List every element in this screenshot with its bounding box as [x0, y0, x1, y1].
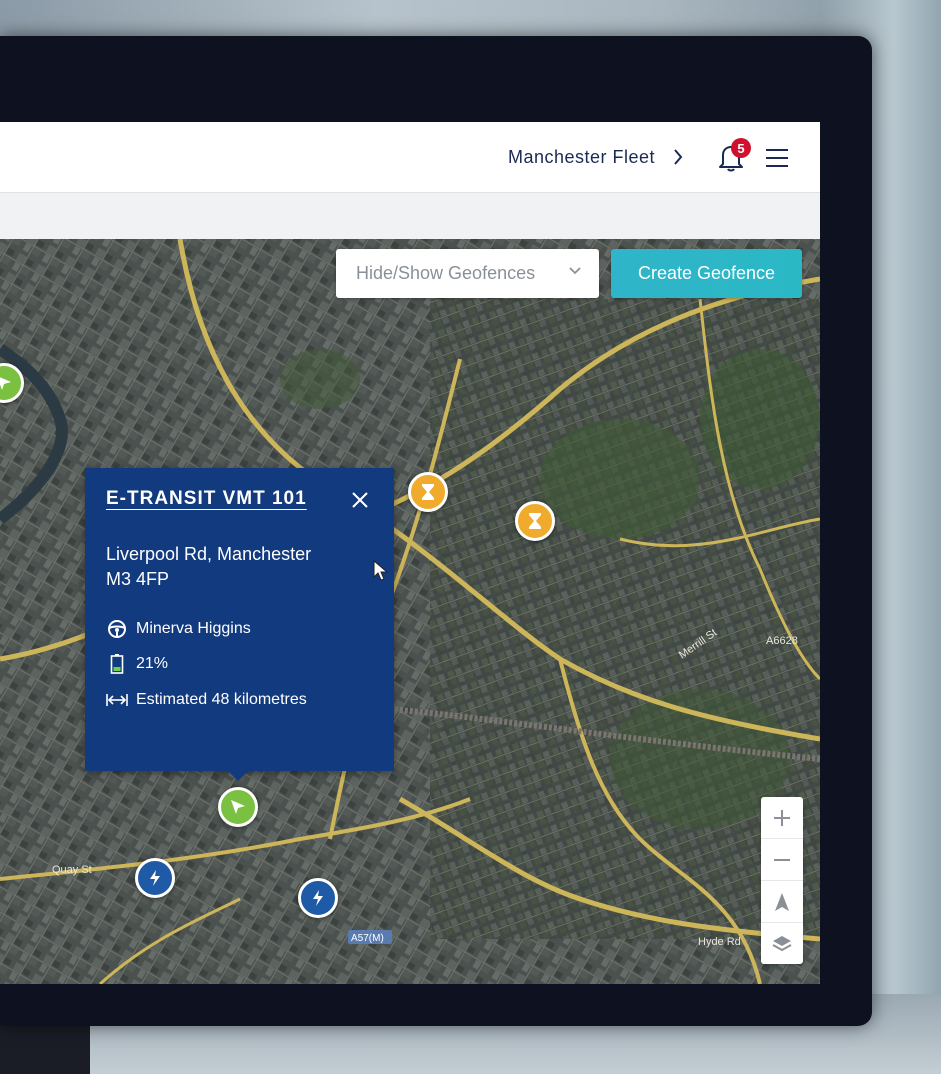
road-label-hyde: Hyde Rd: [698, 936, 741, 948]
navigation-arrow-icon: [231, 800, 245, 814]
address-line-1: Liverpool Rd, Manchester: [106, 544, 312, 564]
monitor-bezel: Manchester Fleet 5 A6628 Merrill St Quay…: [0, 36, 872, 1026]
close-icon[interactable]: [349, 489, 371, 511]
notification-count-badge: 5: [731, 138, 751, 158]
vehicle-name-link[interactable]: E-TRANSIT VMT 101: [106, 488, 307, 510]
charging-station-marker[interactable]: [408, 472, 448, 512]
vehicle-info-popup: E-TRANSIT VMT 101 Liverpool Rd, Manchest…: [85, 468, 394, 781]
range-row: Estimated 48 kilometres: [106, 689, 307, 711]
minus-icon: [774, 858, 790, 861]
steering-wheel-icon: [106, 618, 128, 640]
hourglass-icon: [529, 513, 541, 529]
app-screen: Manchester Fleet 5 A6628 Merrill St Quay…: [0, 122, 820, 984]
map-layers-button[interactable]: [761, 923, 803, 964]
range-arrows-icon: [106, 689, 128, 711]
battery-row: 21%: [106, 653, 168, 675]
fleet-selector[interactable]: Manchester Fleet: [508, 146, 683, 168]
compass-button[interactable]: [761, 881, 803, 923]
battery-level: 21%: [136, 655, 169, 672]
create-geofence-button[interactable]: Create Geofence: [611, 249, 802, 298]
address-line-2: M3 4FP: [106, 569, 170, 589]
driver-row: Minerva Higgins: [106, 618, 251, 640]
road-label-quay: Quay St: [52, 864, 92, 876]
mouse-pointer-icon: [373, 560, 389, 581]
layers-icon: [772, 935, 792, 951]
estimated-range: Estimated 48 kilometres: [136, 691, 307, 708]
zoom-in-button[interactable]: [761, 797, 803, 839]
chevron-right-icon: [674, 149, 683, 165]
compass-north-icon: [775, 892, 789, 911]
lightning-bolt-icon: [150, 870, 160, 886]
vehicle-address: Liverpool Rd, Manchester M3 4FP: [106, 542, 366, 592]
toolbar-strip: [0, 193, 820, 240]
charging-station-marker[interactable]: [515, 501, 555, 541]
notifications-button[interactable]: 5: [718, 138, 751, 172]
geofence-visibility-select[interactable]: Hide/Show Geofences: [336, 249, 599, 298]
battery-icon: [106, 653, 128, 675]
fleet-label: Manchester Fleet: [508, 146, 656, 167]
monitor-stand: [0, 1024, 90, 1074]
hourglass-icon: [422, 484, 434, 500]
driver-name: Minerva Higgins: [136, 620, 251, 637]
navigation-arrow-icon: [0, 377, 11, 390]
chevron-down-icon: [569, 267, 581, 275]
top-navigation-bar: Manchester Fleet 5: [0, 122, 820, 193]
lightning-bolt-icon: [313, 890, 323, 906]
road-label-a6628: A6628: [766, 635, 798, 647]
geofence-select-label: Hide/Show Geofences: [356, 263, 536, 283]
ev-charger-marker[interactable]: [298, 878, 338, 918]
plus-icon: [774, 809, 790, 826]
road-label-a57m: A57(M): [351, 933, 384, 944]
hamburger-menu-icon[interactable]: [764, 148, 790, 168]
zoom-out-button[interactable]: [761, 839, 803, 881]
selected-vehicle-marker[interactable]: [218, 787, 258, 827]
ev-charger-marker[interactable]: [135, 858, 175, 898]
map-zoom-controls: [761, 797, 803, 964]
